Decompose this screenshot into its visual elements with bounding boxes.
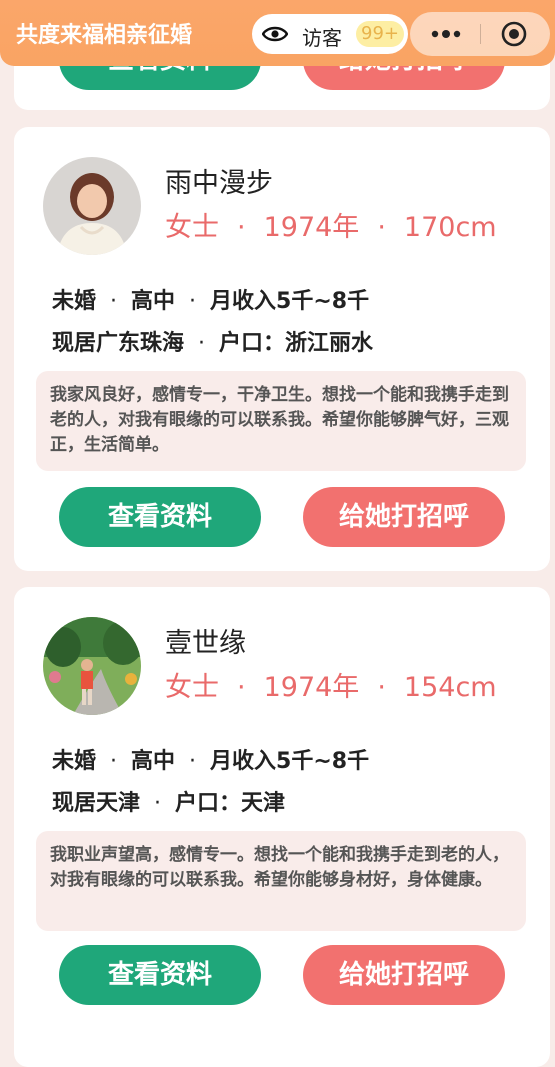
nickname: 雨中漫步 [165, 168, 273, 199]
basic-info-line: 未婚 · 高中 · 月收入5千~8千 [52, 743, 369, 775]
separator-dot: · [377, 212, 386, 243]
visitor-count-badge: 99+ [356, 21, 404, 47]
marital-status: 未婚 [52, 749, 97, 774]
intro-text: 我家风良好，感情专一，干净卫生。想找一个能和我携手走到老的人，对我有眼缘的可以联… [36, 371, 526, 471]
visitor-label: 访客 [302, 26, 342, 50]
gender: 女士 [165, 212, 219, 243]
nickname: 壹世缘 [165, 628, 246, 659]
profile-card: 雨中漫步 女士 · 1974年 · 170cm 未婚 · 高中 · 月收入5千~8千 现居广东珠… [14, 127, 550, 571]
intro-text: 我职业声望高，感情专一。想找一个能和我携手走到老的人，对我有眼缘的可以联系我。希… [36, 831, 526, 931]
avatar[interactable] [43, 157, 141, 255]
profile-card: 壹世缘 女士 · 1974年 · 154cm 未婚 · 高中 · 月收入5千~8千 现居天津 · 户… [14, 587, 550, 1067]
birth-year: 1974年 [263, 212, 360, 243]
separator-dot: · [189, 749, 197, 774]
location-info-line: 现居广东珠海 · 户口：浙江丽水 [52, 325, 373, 357]
separator-dot: · [198, 331, 206, 356]
greet-button[interactable]: 给她打招呼 [303, 945, 505, 1005]
residence: 现居天津 [52, 791, 141, 816]
visitor-button[interactable]: 访客 99+ [252, 14, 408, 54]
hukou: 户口：天津 [175, 791, 286, 816]
app-title: 共度来福相亲征婚 [16, 23, 193, 48]
hukou: 户口：浙江丽水 [219, 331, 374, 356]
view-profile-button[interactable]: 查看资料 [59, 487, 261, 547]
marital-status: 未婚 [52, 289, 97, 314]
more-dots-icon[interactable] [430, 26, 462, 42]
target-close-icon[interactable] [500, 20, 528, 48]
top-header: 共度来福相亲征婚 访客 99+ [0, 0, 555, 66]
gender: 女士 [165, 672, 219, 703]
separator-dot: · [237, 672, 246, 703]
capsule-divider [480, 24, 481, 44]
income: 月收入5千~8千 [210, 289, 370, 314]
separator-dot: · [110, 289, 118, 314]
basic-info-line: 未婚 · 高中 · 月收入5千~8千 [52, 283, 369, 315]
birth-year: 1974年 [263, 672, 360, 703]
separator-dot: · [189, 289, 197, 314]
separator-dot: · [154, 791, 162, 816]
view-profile-button[interactable]: 查看资料 [59, 945, 261, 1005]
avatar-photo [43, 617, 141, 715]
eye-icon [262, 26, 288, 42]
avatar-photo [43, 157, 141, 255]
education: 高中 [131, 289, 176, 314]
miniprogram-capsule [410, 12, 550, 56]
income: 月收入5千~8千 [210, 749, 370, 774]
height: 154cm [403, 672, 497, 703]
location-info-line: 现居天津 · 户口：天津 [52, 785, 285, 817]
separator-dot: · [110, 749, 118, 774]
residence: 现居广东珠海 [52, 331, 185, 356]
separator-dot: · [237, 212, 246, 243]
profile-meta: 女士 · 1974年 · 154cm [165, 665, 497, 704]
separator-dot: · [377, 672, 386, 703]
avatar[interactable] [43, 617, 141, 715]
greet-button[interactable]: 给她打招呼 [303, 487, 505, 547]
height: 170cm [403, 212, 497, 243]
education: 高中 [131, 749, 176, 774]
profile-meta: 女士 · 1974年 · 170cm [165, 205, 497, 244]
